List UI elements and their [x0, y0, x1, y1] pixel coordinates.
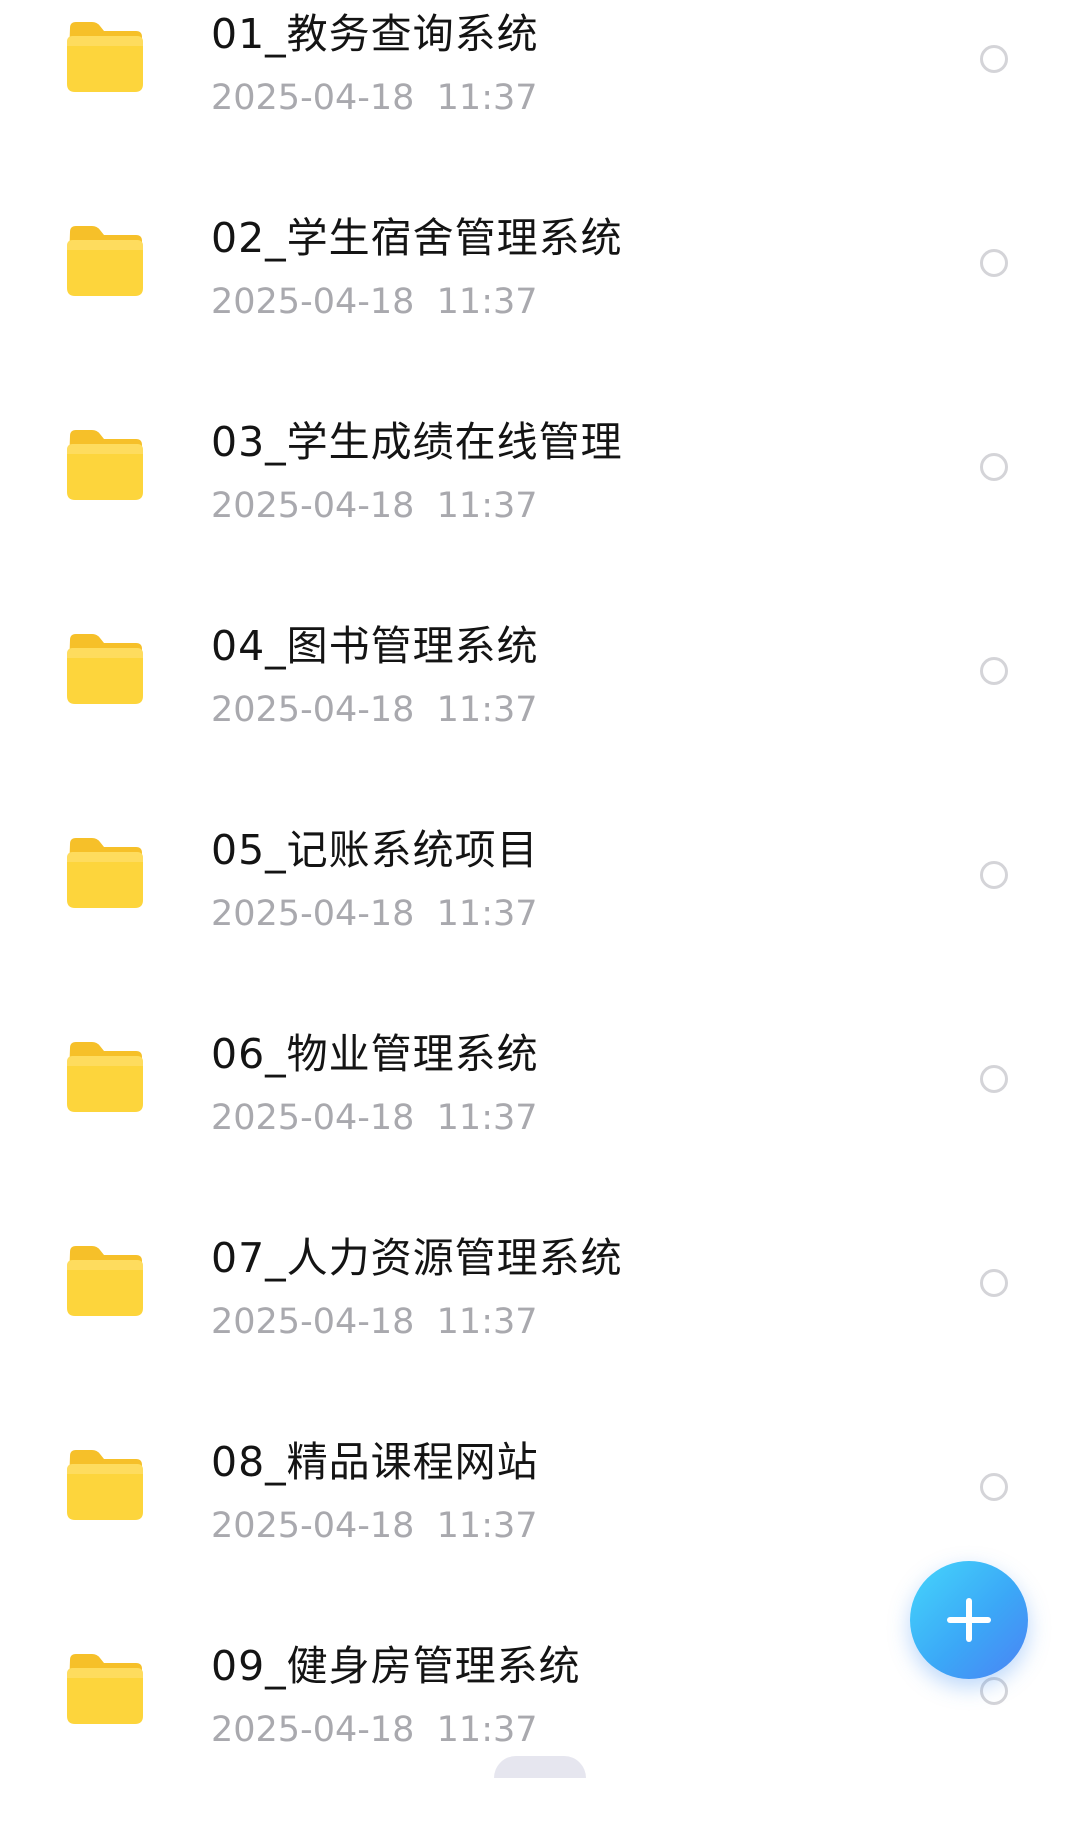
file-list: 01_教务查询系统 2025-04-18 11:37 02_学生宿舍管理系统 2…: [0, 0, 1080, 1836]
select-radio[interactable]: [980, 861, 1008, 889]
select-radio[interactable]: [980, 1677, 1008, 1705]
file-name: 09_健身房管理系统: [211, 1642, 581, 1690]
folder-icon: [62, 1650, 148, 1732]
file-date: 2025-04-18 11:37: [211, 486, 538, 526]
list-item[interactable]: 02_学生宿舍管理系统 2025-04-18 11:37: [0, 204, 1080, 408]
folder-icon: [62, 1038, 148, 1120]
bottom-handle[interactable]: [494, 1756, 586, 1778]
folder-icon: [62, 834, 148, 916]
folder-icon: [62, 630, 148, 712]
list-item[interactable]: 03_学生成绩在线管理 2025-04-18 11:37: [0, 408, 1080, 612]
file-date: 2025-04-18 11:37: [211, 1506, 538, 1546]
list-item[interactable]: 04_图书管理系统 2025-04-18 11:37: [0, 612, 1080, 816]
folder-icon: [62, 1446, 148, 1528]
list-item[interactable]: 09_健身房管理系统 2025-04-18 11:37: [0, 1632, 1080, 1836]
folder-icon: [62, 426, 148, 508]
select-radio[interactable]: [980, 1269, 1008, 1297]
file-date: 2025-04-18 11:37: [211, 282, 538, 322]
folder-icon: [62, 18, 148, 100]
list-item[interactable]: 06_物业管理系统 2025-04-18 11:37: [0, 1020, 1080, 1224]
file-name: 02_学生宿舍管理系统: [211, 214, 623, 262]
file-date: 2025-04-18 11:37: [211, 1710, 538, 1750]
select-radio[interactable]: [980, 1065, 1008, 1093]
file-date: 2025-04-18 11:37: [211, 894, 538, 934]
file-date: 2025-04-18 11:37: [211, 1098, 538, 1138]
file-date: 2025-04-18 11:37: [211, 690, 538, 730]
file-name: 05_记账系统项目: [211, 826, 539, 874]
folder-icon: [62, 1242, 148, 1324]
file-name: 06_物业管理系统: [211, 1030, 539, 1078]
file-name: 01_教务查询系统: [211, 10, 539, 58]
plus-icon: [947, 1598, 991, 1642]
select-radio[interactable]: [980, 657, 1008, 685]
list-item[interactable]: 01_教务查询系统 2025-04-18 11:37: [0, 0, 1080, 204]
select-radio[interactable]: [980, 249, 1008, 277]
list-item[interactable]: 07_人力资源管理系统 2025-04-18 11:37: [0, 1224, 1080, 1428]
file-date: 2025-04-18 11:37: [211, 78, 538, 118]
select-radio[interactable]: [980, 1473, 1008, 1501]
file-name: 07_人力资源管理系统: [211, 1234, 623, 1282]
file-name: 08_精品课程网站: [211, 1438, 539, 1486]
select-radio[interactable]: [980, 453, 1008, 481]
list-item[interactable]: 05_记账系统项目 2025-04-18 11:37: [0, 816, 1080, 1020]
file-name: 04_图书管理系统: [211, 622, 539, 670]
file-date: 2025-04-18 11:37: [211, 1302, 538, 1342]
add-button[interactable]: [910, 1561, 1028, 1679]
folder-icon: [62, 222, 148, 304]
file-name: 03_学生成绩在线管理: [211, 418, 623, 466]
select-radio[interactable]: [980, 45, 1008, 73]
